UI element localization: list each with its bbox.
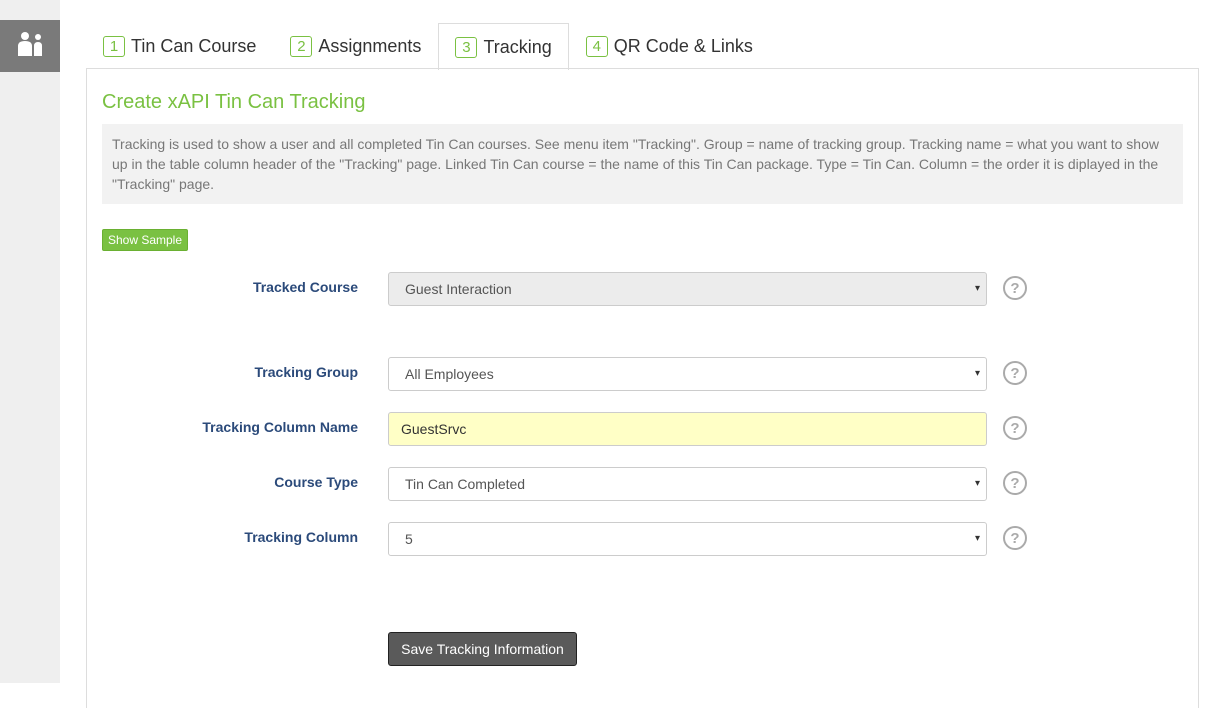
help-icon[interactable]: ? [1003, 276, 1027, 300]
users-icon [16, 31, 44, 62]
show-sample-button[interactable]: Show Sample [102, 229, 188, 251]
tab-label: Tracking [483, 36, 552, 57]
tab-label: Assignments [318, 36, 422, 56]
gear-icon[interactable] [18, 0, 40, 6]
chevron-down-icon: ▾ [974, 368, 980, 379]
tracking-group-label: Tracking Group [254, 364, 358, 380]
course-type-row: Course Type Tin Can Completed ▾ ? [102, 467, 1042, 501]
course-type-value: Tin Can Completed [405, 476, 526, 492]
help-icon[interactable]: ? [1003, 361, 1027, 385]
tab-assignments[interactable]: 2 Assignments [273, 23, 438, 69]
tab-tracking[interactable]: 3 Tracking [438, 23, 569, 70]
tracking-column-name-label: Tracking Column Name [202, 419, 358, 435]
tracking-column-name-input[interactable]: GuestSrvc [388, 412, 987, 446]
tab-label: Tin Can Course [131, 36, 257, 56]
course-type-select[interactable]: Tin Can Completed ▾ [388, 467, 987, 501]
tracked-course-select[interactable]: Guest Interaction ▾ [388, 272, 987, 306]
tracking-group-value: All Employees [405, 366, 494, 382]
tracking-column-value: 5 [405, 531, 413, 547]
tracking-column-row: Tracking Column 5 ▾ ? [102, 522, 1042, 556]
tab-number: 4 [585, 36, 608, 57]
tab-qr-code-links[interactable]: 4 QR Code & Links [569, 23, 770, 69]
tracking-column-name-row: Tracking Column Name GuestSrvc ? [102, 412, 1042, 446]
course-type-label: Course Type [274, 474, 358, 490]
sidebar [0, 0, 60, 683]
help-icon[interactable]: ? [1003, 416, 1027, 440]
tab-label: QR Code & Links [613, 36, 753, 56]
tracking-group-row: Tracking Group All Employees ▾ ? [102, 357, 1042, 391]
save-tracking-button[interactable]: Save Tracking Information [388, 632, 577, 666]
chevron-down-icon: ▾ [974, 533, 980, 544]
help-icon[interactable]: ? [1003, 471, 1027, 495]
users-nav-button[interactable] [0, 20, 60, 72]
tracked-course-row: Tracked Course Guest Interaction ▾ ? [102, 272, 1042, 306]
tracking-column-select[interactable]: 5 ▾ [388, 522, 987, 556]
tab-tin-can-course[interactable]: 1 Tin Can Course [86, 23, 273, 69]
tracked-course-value: Guest Interaction [405, 281, 512, 297]
help-icon[interactable]: ? [1003, 526, 1027, 550]
info-description: Tracking is used to show a user and all … [102, 124, 1183, 204]
wizard-tabs: 1 Tin Can Course 2 Assignments 3 Trackin… [86, 22, 1198, 70]
tracking-column-label: Tracking Column [244, 529, 358, 545]
page-title: Create xAPI Tin Can Tracking [102, 91, 366, 113]
tab-number: 3 [455, 36, 478, 58]
tracking-group-select[interactable]: All Employees ▾ [388, 357, 987, 391]
tab-number: 1 [103, 36, 125, 57]
chevron-down-icon: ▾ [974, 283, 980, 294]
tracked-course-label: Tracked Course [252, 279, 358, 295]
tab-number: 2 [290, 36, 313, 57]
chevron-down-icon: ▾ [974, 478, 980, 489]
